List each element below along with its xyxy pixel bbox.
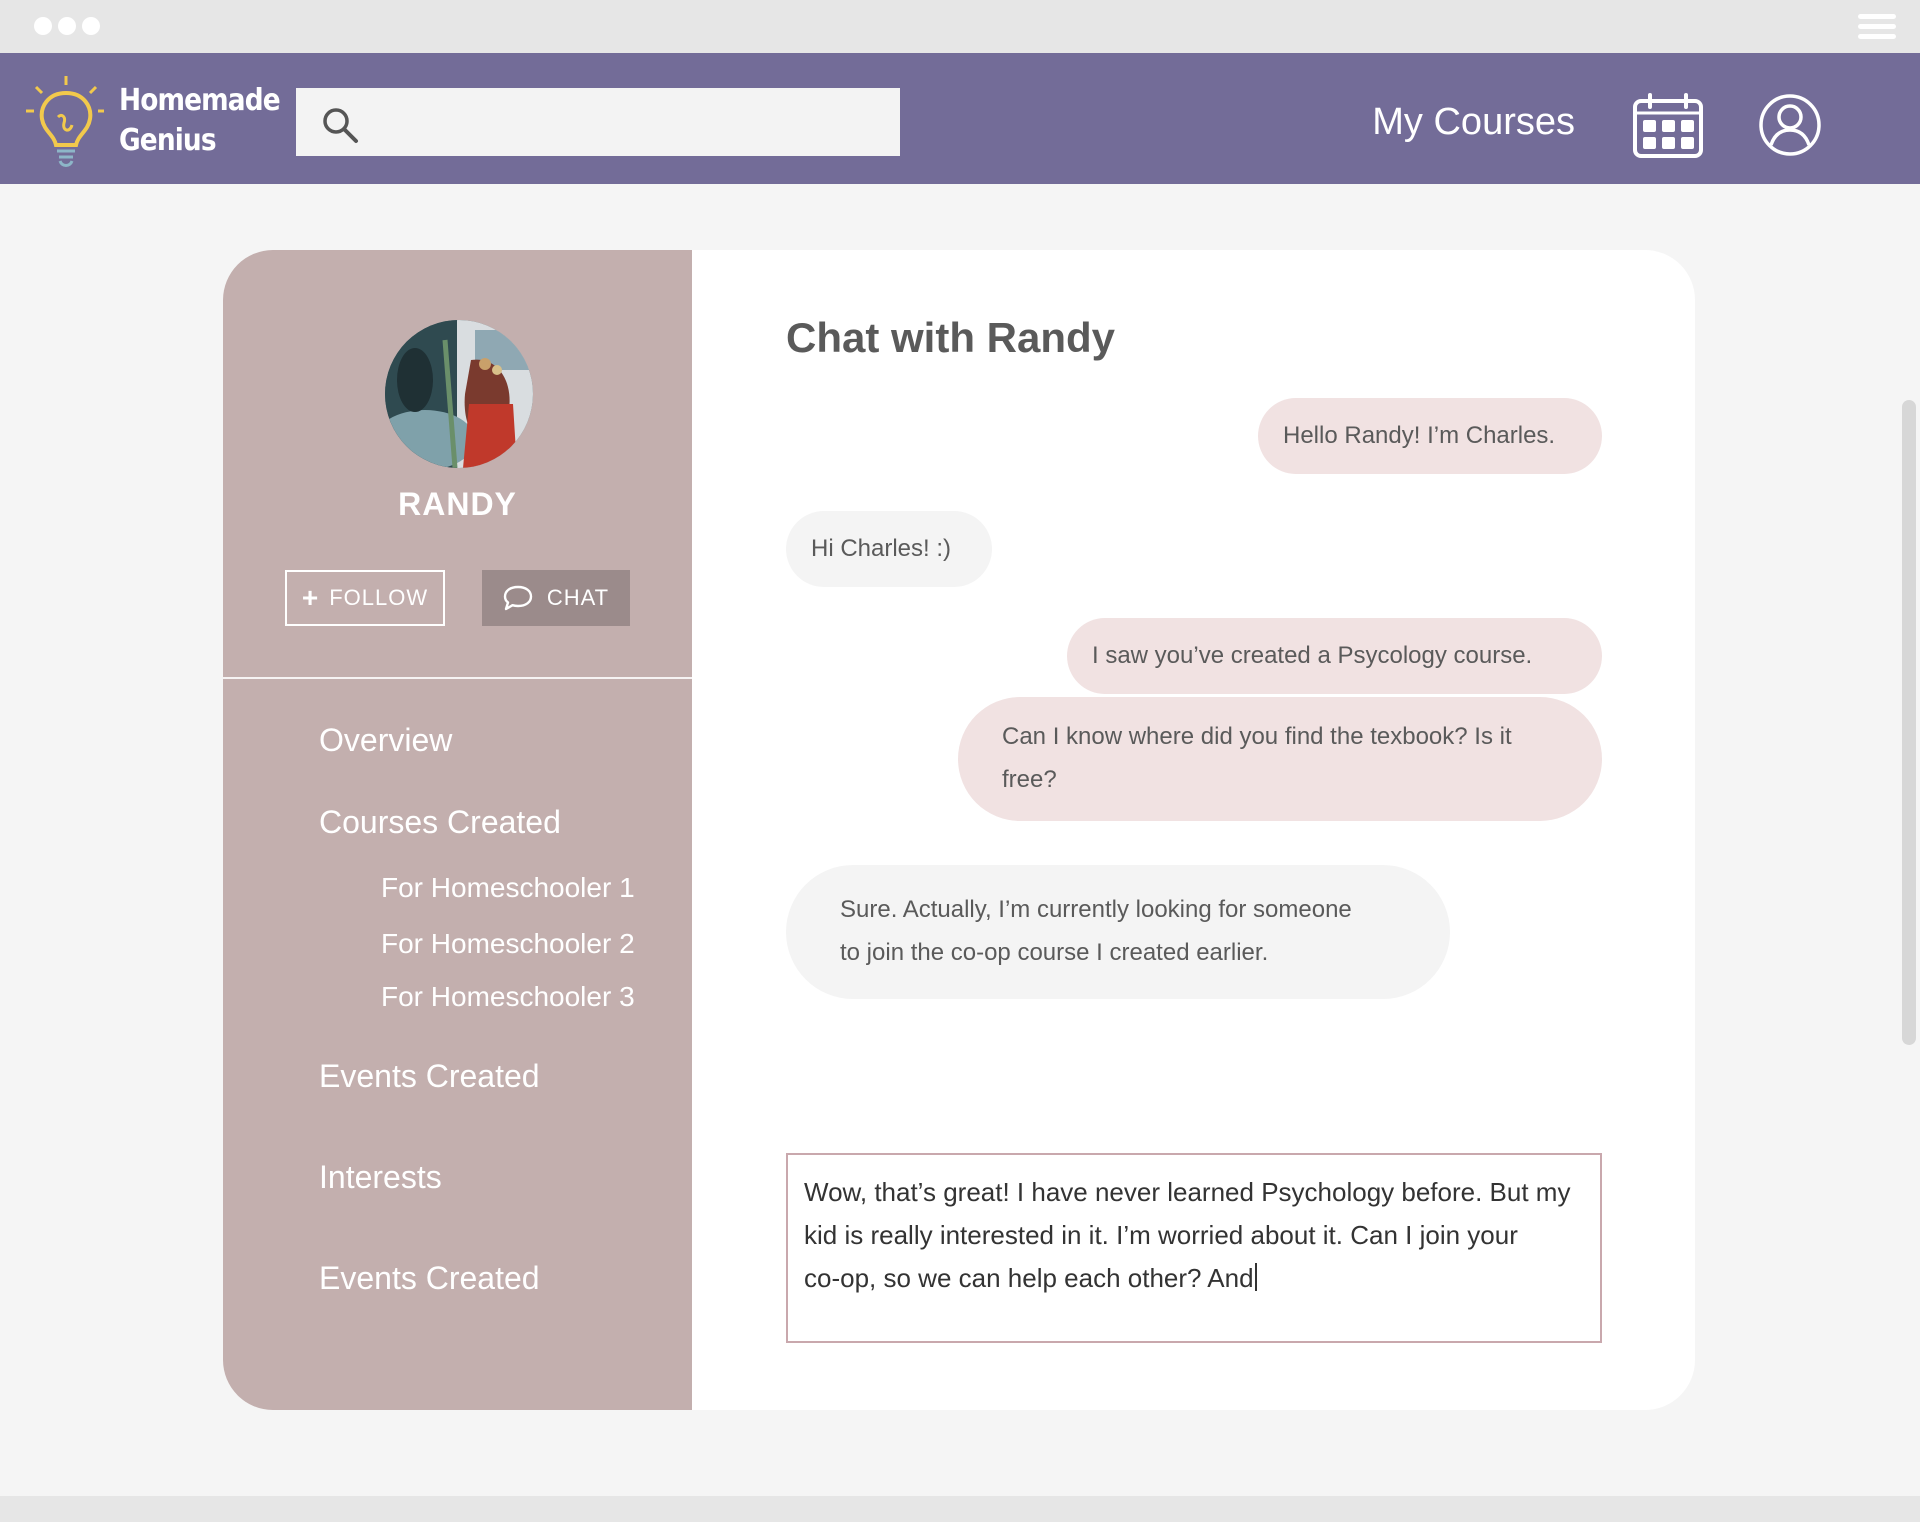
message-text: Hi Charles! :): [811, 535, 952, 562]
profile-sidebar: RANDY + FOLLOW CHAT Overview Courses Cre…: [223, 250, 692, 1410]
message-bubble-outgoing: Hello Randy! I’m Charles.: [1258, 398, 1602, 474]
draft-line-1: Wow, that’s great! I have never learned …: [804, 1177, 1571, 1207]
avatar-image: [385, 320, 533, 468]
sidebar-subitem-course-1[interactable]: For Homeschooler 1: [381, 872, 635, 904]
avatar[interactable]: [385, 320, 533, 468]
message-bubble-incoming: Sure. Actually, I’m currently looking fo…: [786, 865, 1450, 999]
window-dot-3[interactable]: [82, 17, 100, 35]
message-input[interactable]: Wow, that’s great! I have never learned …: [786, 1153, 1602, 1343]
profile-name: RANDY: [398, 486, 517, 522]
sidebar-item-overview[interactable]: Overview: [319, 722, 452, 759]
message-bubble-outgoing: Can I know where did you find the texboo…: [958, 697, 1602, 821]
profile-chat-card: RANDY + FOLLOW CHAT Overview Courses Cre…: [223, 250, 1695, 1410]
message-text-line-1: Can I know where did you find the texboo…: [1002, 723, 1512, 750]
page-scrollbar[interactable]: [1902, 400, 1916, 1045]
follow-label: FOLLOW: [329, 585, 429, 610]
search-input[interactable]: [296, 88, 900, 156]
chat-bubble-icon: [503, 585, 533, 611]
chat-label: CHAT: [546, 585, 610, 610]
sidebar-divider: [223, 677, 692, 679]
brand-logo[interactable]: Homemade Genius: [24, 73, 281, 168]
sidebar-item-courses-created[interactable]: Courses Created: [319, 804, 561, 841]
user-account-icon[interactable]: [1758, 93, 1822, 157]
text-caret: [1254, 1263, 1257, 1291]
window-dot-1[interactable]: [34, 17, 52, 35]
hamburger-menu-icon[interactable]: [1858, 14, 1896, 40]
window-dot-2[interactable]: [58, 17, 76, 35]
follow-button[interactable]: + FOLLOW: [285, 570, 445, 626]
my-courses-link[interactable]: My Courses: [1372, 99, 1575, 145]
sidebar-subitem-course-2[interactable]: For Homeschooler 2: [381, 928, 635, 960]
brand-line-2: Genius: [119, 123, 217, 158]
calendar-icon[interactable]: [1632, 93, 1704, 159]
browser-bottom-bar: [0, 1496, 1920, 1522]
message-text: I saw you’ve created a Psycology course.: [1092, 642, 1533, 669]
chat-button[interactable]: CHAT: [482, 570, 630, 626]
search-icon[interactable]: [320, 105, 360, 145]
app-header: Homemade Genius My Courses: [0, 53, 1920, 184]
sidebar-subitem-course-3[interactable]: For Homeschooler 3: [381, 981, 635, 1013]
message-text-line-2: to join the co-op course I created earli…: [840, 939, 1269, 966]
message-text: Hello Randy! I’m Charles.: [1283, 422, 1556, 449]
draft-line-3-text: co-op, so we can help each other? And: [804, 1263, 1254, 1293]
message-text-line-2: free?: [1002, 766, 1057, 793]
sidebar-item-events-created-2[interactable]: Events Created: [319, 1260, 540, 1297]
message-bubble-outgoing: I saw you’ve created a Psycology course.: [1067, 618, 1602, 694]
lightbulb-logo-icon: [26, 76, 104, 167]
browser-titlebar: [0, 0, 1920, 53]
sidebar-item-events-created[interactable]: Events Created: [319, 1058, 540, 1095]
message-bubble-incoming: Hi Charles! :): [786, 511, 992, 587]
chat-title: Chat with Randy: [786, 314, 1116, 361]
draft-line-2: kid is really interested in it. I’m worr…: [804, 1220, 1518, 1250]
draft-line-3: co-op, so we can help each other? And: [804, 1257, 1584, 1300]
sidebar-item-interests[interactable]: Interests: [319, 1159, 442, 1196]
brand-name: Homemade Genius: [119, 81, 281, 161]
plus-icon: +: [301, 582, 320, 613]
message-text-line-1: Sure. Actually, I’m currently looking fo…: [840, 896, 1352, 923]
brand-line-1: Homemade: [119, 83, 281, 118]
